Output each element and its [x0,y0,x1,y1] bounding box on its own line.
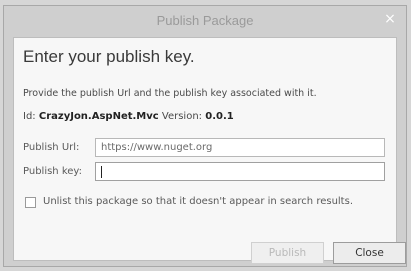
package-version: 0.0.1 [205,111,234,122]
close-button[interactable]: Close [333,242,406,264]
publish-url-label: Publish Url: [23,142,80,153]
id-label: Id: [23,111,36,122]
window-title: Publish Package [156,13,254,28]
close-icon[interactable]: × [382,11,398,27]
package-id: CrazyJon.AspNet.Mvc [38,111,159,122]
unlist-checkbox[interactable] [25,197,36,208]
text-caret [101,166,102,178]
publish-button[interactable]: Publish [251,242,324,264]
unlist-checkbox-label[interactable]: Unlist this package so that it doesn't a… [43,196,353,207]
publish-url-input[interactable]: https://www.nuget.org [95,138,385,157]
package-info: Id: CrazyJon.AspNet.Mvc Version: 0.0.1 [23,111,234,122]
version-label: Version: [161,111,203,122]
publish-key-input[interactable] [95,162,385,181]
dialog-description: Provide the publish Url and the publish … [23,88,317,99]
publish-key-label: Publish key: [23,166,82,177]
dialog-heading: Enter your publish key. [23,47,195,66]
title-bar[interactable]: Publish Package × [4,6,406,36]
dialog-content: Enter your publish key. Provide the publ… [13,37,406,264]
publish-url-value: https://www.nuget.org [101,142,213,153]
publish-package-window: Publish Package × Enter your publish key… [3,5,407,267]
